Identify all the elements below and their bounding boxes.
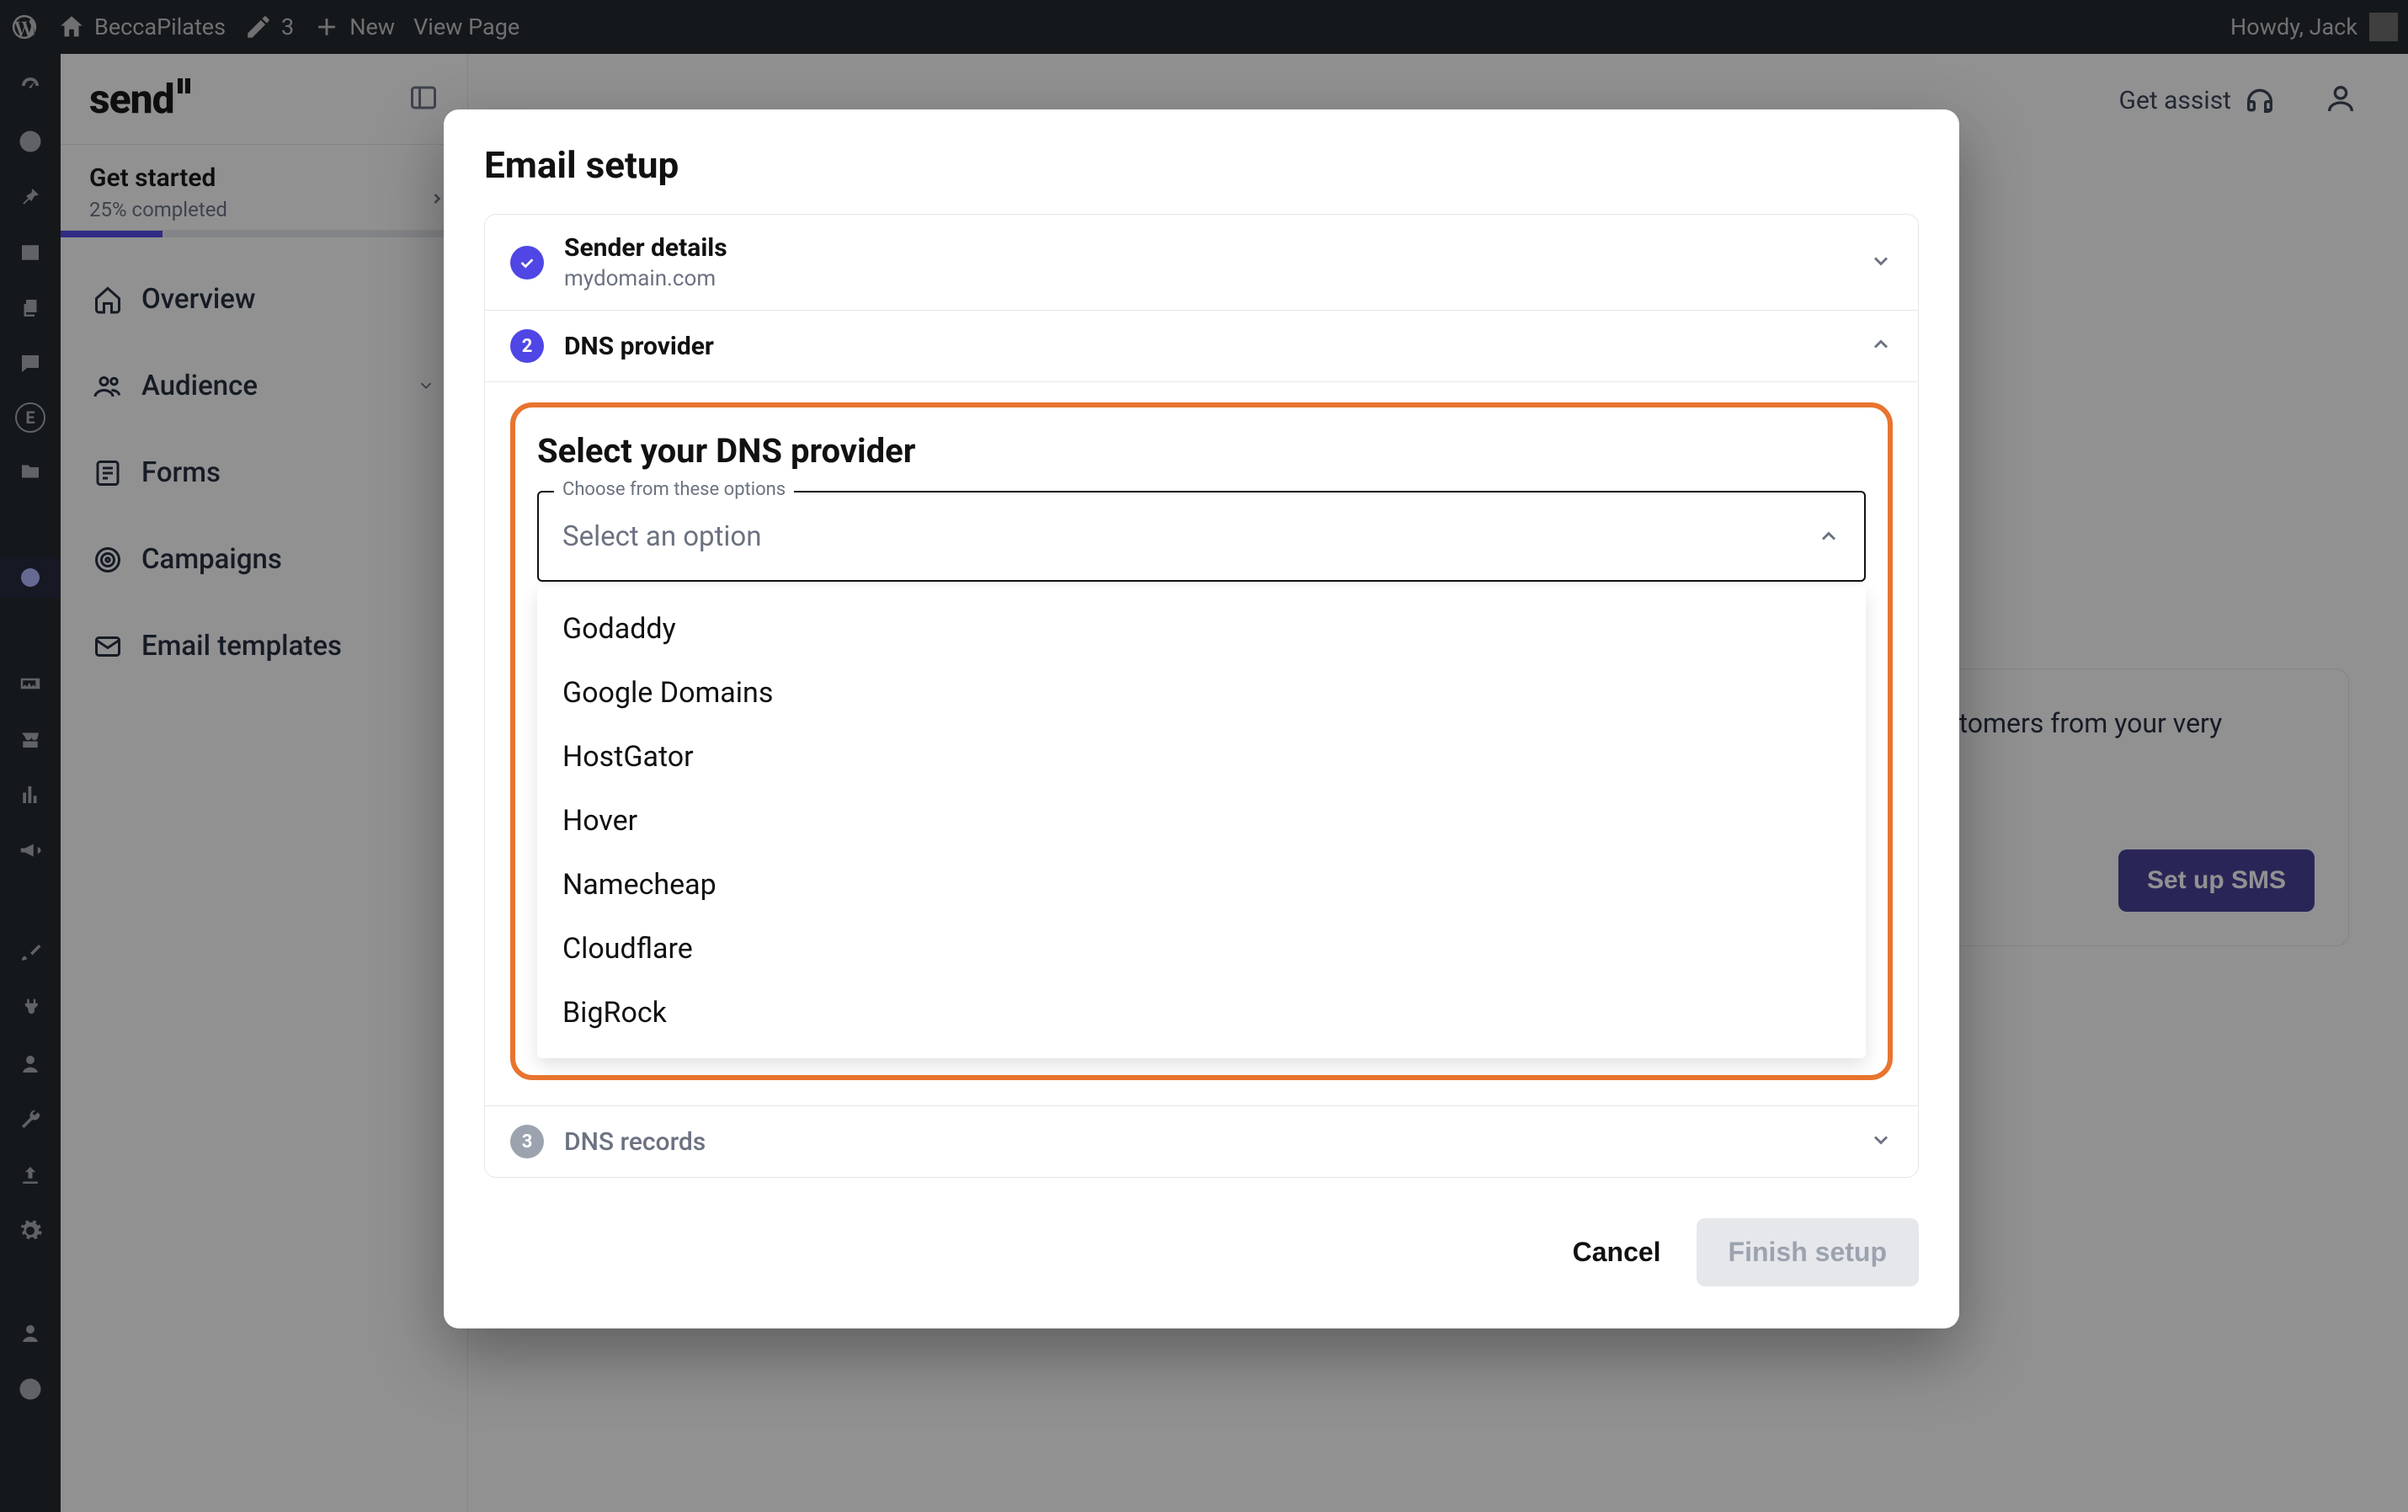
select-float-label: Choose from these options [554, 479, 794, 500]
step-title: Sender details [564, 233, 727, 263]
option-crazydomains[interactable]: Crazydomains [537, 1045, 1866, 1058]
section-title: Select your DNS provider [537, 431, 1866, 471]
step-dns-records[interactable]: 3 DNS records [485, 1106, 1918, 1177]
cancel-button[interactable]: Cancel [1564, 1223, 1670, 1281]
email-setup-modal: Email setup Sender details mydomain.com … [444, 109, 1959, 1328]
option-hover[interactable]: Hover [537, 789, 1866, 853]
option-namecheap[interactable]: Namecheap [537, 853, 1866, 917]
option-bigrock[interactable]: BigRock [537, 981, 1866, 1045]
dns-highlight: Select your DNS provider Choose from the… [510, 402, 1893, 1080]
dns-provider-select[interactable]: Select an option [537, 491, 1866, 582]
step-title: DNS provider [564, 332, 714, 361]
setup-accordion: Sender details mydomain.com 2 DNS provid… [484, 214, 1919, 1178]
check-badge [510, 246, 544, 280]
check-icon [518, 253, 536, 272]
step-sub: mydomain.com [564, 266, 727, 291]
step-number-badge: 3 [510, 1125, 544, 1158]
step-sender-details[interactable]: Sender details mydomain.com [485, 215, 1918, 311]
step-title: DNS records [564, 1127, 706, 1157]
modal-title: Email setup [484, 143, 1919, 187]
step-dns-body: Select your DNS provider Choose from the… [485, 382, 1918, 1106]
option-cloudflare[interactable]: Cloudflare [537, 917, 1866, 981]
finish-setup-button: Finish setup [1697, 1218, 1919, 1286]
step-number-badge: 2 [510, 329, 544, 363]
chevron-up-icon [1817, 524, 1841, 548]
step-dns-provider[interactable]: 2 DNS provider [485, 311, 1918, 382]
option-godaddy[interactable]: Godaddy [537, 597, 1866, 661]
option-hostgator[interactable]: HostGator [537, 725, 1866, 789]
select-placeholder: Select an option [562, 520, 761, 553]
chevron-down-icon [1869, 249, 1893, 273]
chevron-up-icon [1869, 333, 1893, 356]
option-google-domains[interactable]: Google Domains [537, 661, 1866, 725]
chevron-down-icon [1869, 1128, 1893, 1152]
dns-options-list: Godaddy Google Domains HostGator Hover N… [537, 587, 1866, 1058]
